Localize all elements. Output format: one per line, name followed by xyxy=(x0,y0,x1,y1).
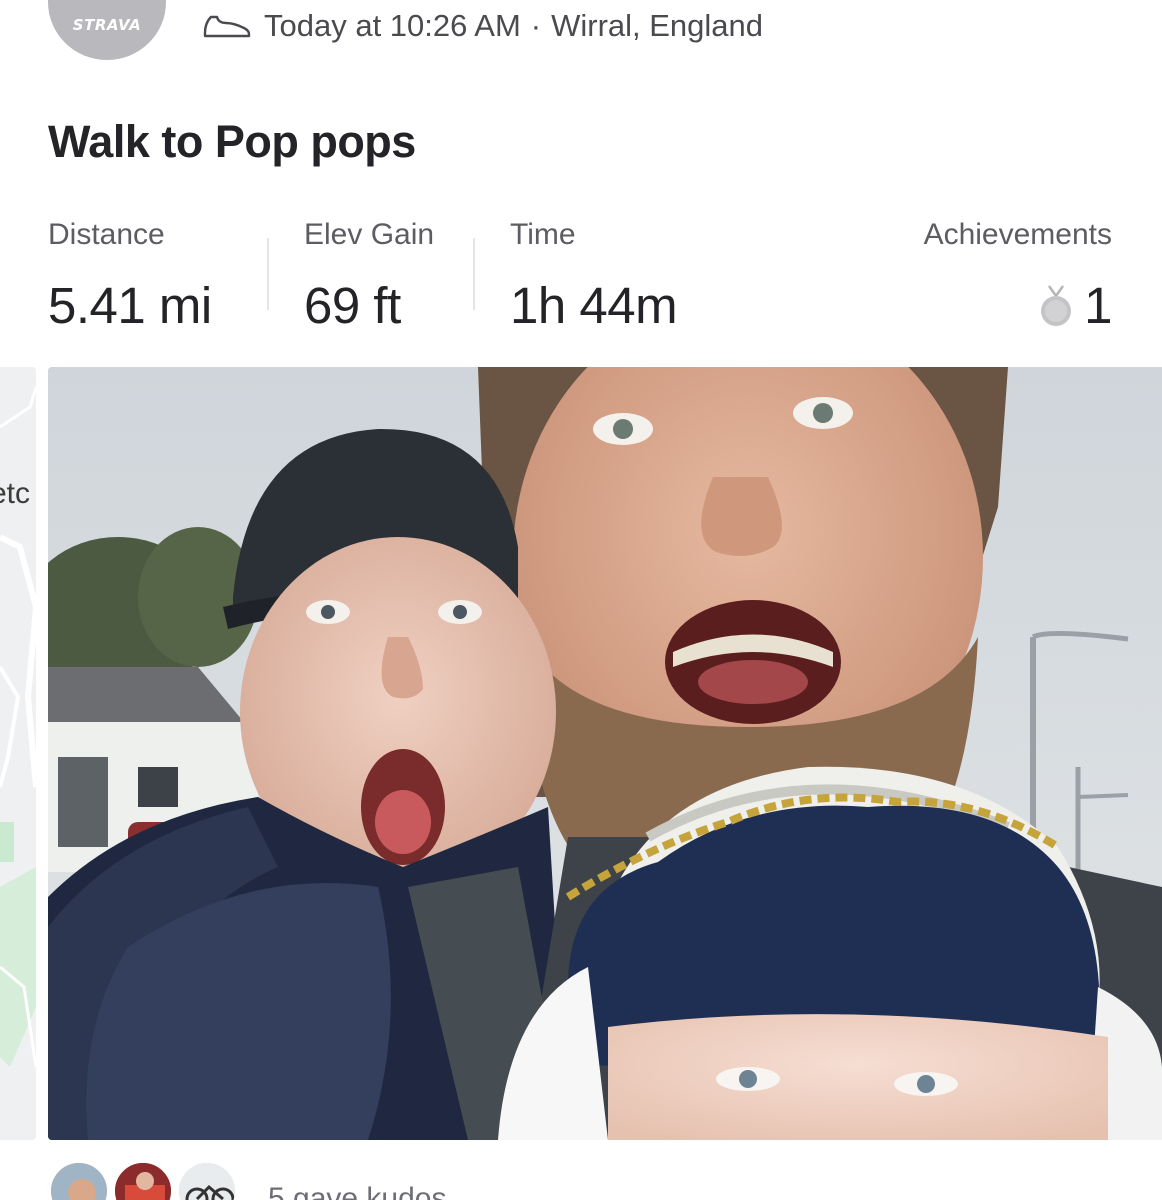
stat-distance: Distance 5.41 mi xyxy=(48,216,212,336)
stat-elevation: Elev Gain 69 ft xyxy=(304,216,434,336)
stat-divider xyxy=(473,238,475,310)
meta-separator: · xyxy=(530,8,542,43)
achievements-count: 1 xyxy=(1084,277,1112,334)
map-place-label: etc xyxy=(0,477,31,510)
route-map-preview[interactable]: etc xyxy=(0,367,36,1140)
stat-time: Time 1h 44m xyxy=(510,216,678,336)
activity-title[interactable]: Walk to Pop pops xyxy=(48,116,416,168)
stat-achievements[interactable]: Achievements 1 xyxy=(923,216,1113,336)
shoe-icon xyxy=(203,15,251,38)
kudos-avatar-image xyxy=(115,1163,171,1200)
activity-card: STRAVA Today at 10:26 AM · Wirral, Engla… xyxy=(0,0,1162,1200)
kudos-avatar[interactable] xyxy=(112,1160,174,1200)
kudos-count-text[interactable]: 5 gave kudos xyxy=(268,1182,446,1200)
kudos-avatar[interactable] xyxy=(176,1160,238,1200)
stat-distance-value: 5.41 mi xyxy=(48,277,212,334)
medal-icon xyxy=(1041,285,1072,326)
club-logo-text: STRAVA xyxy=(72,16,142,34)
stat-divider xyxy=(267,238,269,310)
stat-time-label: Time xyxy=(510,218,576,251)
activity-meta: Today at 10:26 AM · Wirral, England xyxy=(202,6,763,46)
stat-distance-label: Distance xyxy=(48,218,165,251)
stat-achievements-value-row: 1 xyxy=(924,276,1112,336)
activity-photo[interactable] xyxy=(48,367,1162,1140)
club-avatar[interactable]: STRAVA xyxy=(48,0,166,60)
activity-location: Wirral, England xyxy=(551,8,764,43)
photo-illustration xyxy=(48,367,1162,1140)
activity-timestamp: Today at 10:26 AM xyxy=(264,8,521,43)
kudos-avatar-image xyxy=(51,1163,107,1200)
stat-time-value: 1h 44m xyxy=(510,277,678,334)
kudos-avatar[interactable] xyxy=(48,1160,110,1200)
stat-elevation-value: 69 ft xyxy=(304,277,401,334)
stat-elevation-label: Elev Gain xyxy=(304,218,435,251)
stat-achievements-label: Achievements xyxy=(923,218,1112,251)
kudos-avatar-image xyxy=(179,1163,235,1200)
